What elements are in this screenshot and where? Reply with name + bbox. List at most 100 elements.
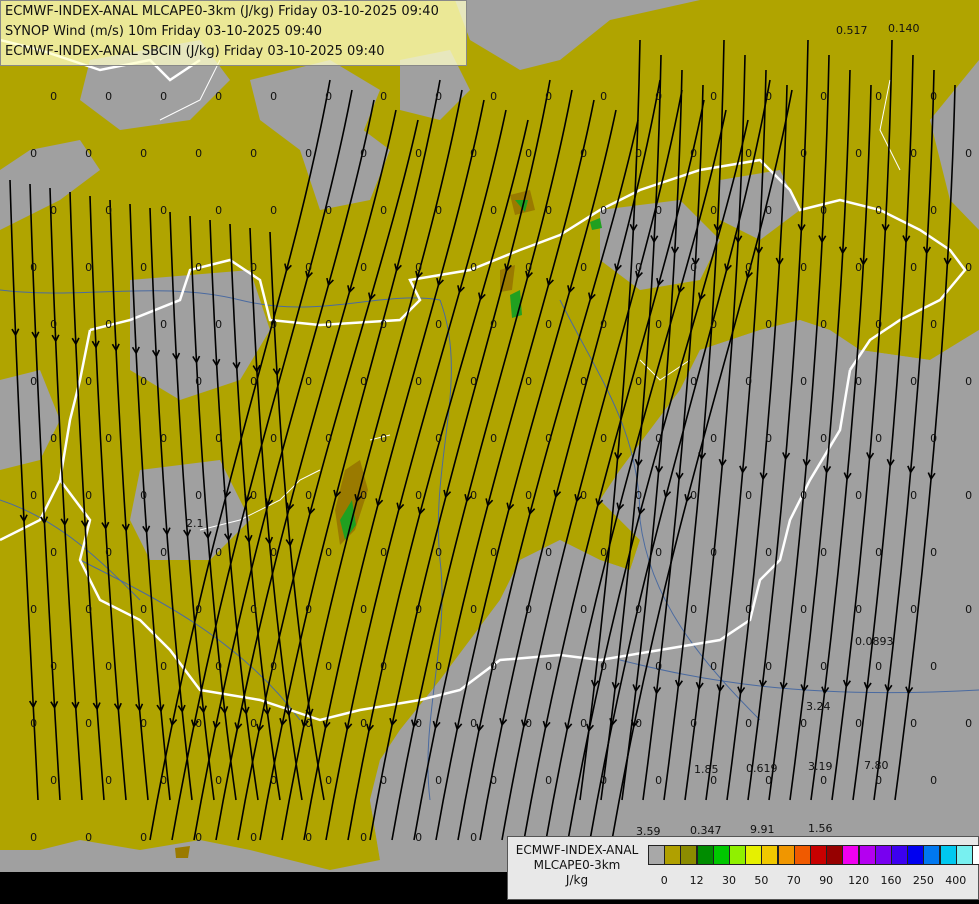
- cin-label: 0.0893: [855, 635, 894, 648]
- colorbar-tick-label: 12: [689, 874, 704, 887]
- cin-zero-label: 0: [490, 774, 497, 787]
- colorbar-swatch: [955, 845, 973, 865]
- cin-zero-label: 0: [380, 204, 387, 217]
- cin-zero-label: 0: [215, 432, 222, 445]
- cin-zero-label: 0: [635, 261, 642, 274]
- cin-zero-label: 0: [635, 717, 642, 730]
- cin-zero-label: 0: [930, 774, 937, 787]
- colorbar-label-unit: J/kg: [565, 873, 589, 887]
- cin-zero-label: 0: [250, 831, 257, 844]
- cin-zero-label: 0: [490, 204, 497, 217]
- cin-zero-label: 0: [655, 90, 662, 103]
- cin-zero-label: 0: [140, 261, 147, 274]
- cin-zero-label: 0: [360, 489, 367, 502]
- cin-zero-label: 0: [710, 432, 717, 445]
- cin-zero-label: 0: [105, 432, 112, 445]
- cin-zero-label: 0: [635, 603, 642, 616]
- cin-zero-label: 0: [820, 660, 827, 673]
- cin-zero-label: 0: [380, 660, 387, 673]
- cin-zero-label: 0: [30, 489, 37, 502]
- cin-zero-label: 0: [710, 204, 717, 217]
- cin-zero-label: 0: [545, 90, 552, 103]
- cin-zero-label: 0: [195, 489, 202, 502]
- colorbar-legend: ECMWF-INDEX-ANAL MLCAPE0-3km J/kg 0 12 30 5…: [507, 836, 979, 900]
- cin-zero-label: 0: [580, 147, 587, 160]
- cin-zero-label: 0: [435, 546, 442, 559]
- colorbar-swatch: [761, 845, 779, 865]
- title-cin: ECMWF-INDEX-ANAL SBCIN (J/kg) Friday 03-…: [5, 44, 385, 59]
- cin-zero-label: 0: [875, 774, 882, 787]
- cin-zero-label: 0: [415, 489, 422, 502]
- cin-zero-label: 0: [545, 660, 552, 673]
- cin-zero-label: 0: [800, 375, 807, 388]
- cin-label: 3.24: [806, 700, 831, 713]
- cin-zero-label: 0: [765, 774, 772, 787]
- cin-zero-label: 0: [965, 261, 972, 274]
- cin-zero-label: 0: [380, 774, 387, 787]
- cin-zero-label: 0: [50, 318, 57, 331]
- cin-zero-label: 0: [105, 204, 112, 217]
- cin-zero-label: 0: [305, 489, 312, 502]
- cin-zero-label: 0: [140, 147, 147, 160]
- cin-zero-label: 0: [105, 546, 112, 559]
- cin-zero-label: 0: [965, 489, 972, 502]
- cin-zero-label: 0: [800, 717, 807, 730]
- cin-zero-label: 0: [765, 204, 772, 217]
- cin-zero-label: 0: [855, 603, 862, 616]
- cin-zero-label: 0: [875, 90, 882, 103]
- cin-zero-label: 0: [160, 432, 167, 445]
- cin-zero-label: 0: [30, 375, 37, 388]
- cin-zero-label: 0: [85, 261, 92, 274]
- cin-zero-label: 0: [435, 660, 442, 673]
- cin-zero-label: 0: [140, 717, 147, 730]
- cin-zero-label: 0: [690, 375, 697, 388]
- title-wind: SYNOP Wind (m/s) 10m Friday 03-10-2025 0…: [5, 24, 323, 39]
- cin-zero-label: 0: [305, 603, 312, 616]
- cin-zero-label: 0: [250, 489, 257, 502]
- cin-zero-label: 0: [360, 603, 367, 616]
- cin-zero-label: 0: [360, 147, 367, 160]
- cin-zero-label: 0: [525, 489, 532, 502]
- cin-zero-label: 0: [195, 603, 202, 616]
- cin-zero-label: 0: [140, 375, 147, 388]
- cin-zero-label: 0: [215, 774, 222, 787]
- colorbar-swatch: [712, 845, 730, 865]
- cin-zero-label: 0: [545, 318, 552, 331]
- cin-zero-label: 0: [580, 603, 587, 616]
- cin-zero-label: 0: [250, 603, 257, 616]
- cin-zero-label: 0: [380, 90, 387, 103]
- colorbar-swatch: [972, 845, 979, 865]
- cin-zero-label: 0: [525, 375, 532, 388]
- cin-zero-label: 0: [435, 204, 442, 217]
- cin-zero-label: 0: [745, 717, 752, 730]
- cin-zero-label: 0: [470, 261, 477, 274]
- cin-zero-label: 0: [415, 831, 422, 844]
- colorbar-swatch: [923, 845, 941, 865]
- cin-zero-label: 0: [820, 546, 827, 559]
- cin-zero-label: 0: [380, 318, 387, 331]
- colorbar-swatch: [664, 845, 682, 865]
- cin-zero-label: 0: [690, 261, 697, 274]
- cin-zero-label: 0: [325, 318, 332, 331]
- colorbar-swatch: [874, 845, 892, 865]
- cin-zero-label: 0: [325, 204, 332, 217]
- cin-zero-label: 0: [250, 147, 257, 160]
- cin-zero-label: 0: [855, 375, 862, 388]
- cin-zero-label: 0: [435, 90, 442, 103]
- cin-zero-label: 0: [85, 489, 92, 502]
- cin-zero-label: 0: [195, 147, 202, 160]
- cin-zero-label: 0: [545, 204, 552, 217]
- cin-zero-label: 0: [745, 261, 752, 274]
- cin-zero-label: 0: [85, 603, 92, 616]
- cin-zero-label: 0: [85, 375, 92, 388]
- colorbar-tick-label: 160: [880, 874, 902, 887]
- cin-zero-label: 0: [910, 603, 917, 616]
- colorbar-swatch: [777, 845, 795, 865]
- cin-zero-label: 0: [910, 489, 917, 502]
- cin-zero-label: 0: [415, 717, 422, 730]
- cin-zero-label: 0: [215, 660, 222, 673]
- cin-zero-label: 0: [545, 546, 552, 559]
- cin-zero-label: 0: [965, 717, 972, 730]
- cin-zero-label: 0: [800, 261, 807, 274]
- colorbar-tick-label: 120: [848, 874, 870, 887]
